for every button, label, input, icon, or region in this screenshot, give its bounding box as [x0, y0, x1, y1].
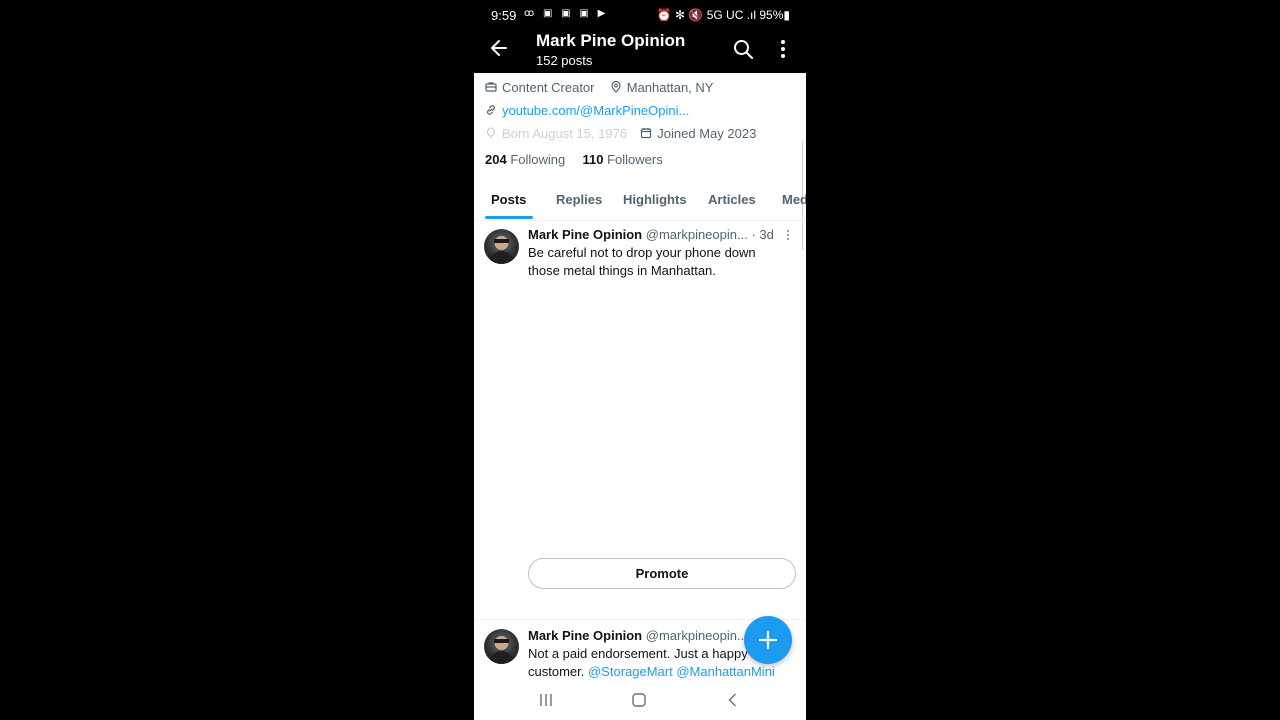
- post-options-button[interactable]: [782, 228, 794, 242]
- followers-count: 110: [582, 152, 604, 167]
- profile-meta-row-2: youtube.com/@MarkPineOpini...: [485, 103, 689, 118]
- post-header: Mark Pine Opinion @markpineopin... · 3d: [528, 227, 774, 242]
- author-name[interactable]: Mark Pine Opinion: [528, 628, 642, 643]
- following-label: Following: [510, 152, 566, 167]
- author-handle: @markpineopin...: [645, 227, 748, 242]
- tab-posts[interactable]: Posts: [491, 192, 526, 207]
- plus-icon: [758, 630, 778, 650]
- compose-post-button[interactable]: [744, 616, 792, 664]
- balloon-icon: [486, 127, 496, 138]
- profile-meta-row-1: Content Creator Manhattan, NY: [485, 80, 713, 95]
- more-vertical-icon: [786, 229, 790, 241]
- back-button[interactable]: [488, 37, 510, 59]
- profile-joined-date: Joined May 2023: [657, 126, 757, 141]
- tab-replies[interactable]: Replies: [556, 192, 602, 207]
- author-name[interactable]: Mark Pine Opinion: [528, 227, 642, 242]
- mention-link[interactable]: @ManhattanMini: [676, 664, 774, 679]
- status-time: 9:59: [491, 8, 517, 23]
- recent-apps-icon[interactable]: [538, 692, 554, 708]
- followers-label: Followers: [607, 152, 663, 167]
- profile-location: Manhattan, NY: [626, 80, 714, 95]
- post-text: Be careful not to drop your phone down t…: [528, 244, 778, 279]
- phone-screen: 9:59 ꝏ ▣ ▣ ▣ ▶ ⏰ ✻ 🔇 5G UC .ıl 95%▮ Mark…: [474, 0, 806, 720]
- active-tab-indicator: [485, 216, 533, 219]
- post-text-line: those metal things in Manhattan.: [528, 262, 716, 278]
- home-icon[interactable]: [631, 692, 647, 708]
- follow-stats: 204 Following 110 Followers: [485, 152, 663, 167]
- back-nav-icon[interactable]: [725, 692, 741, 708]
- post-count: 152 posts: [536, 53, 593, 68]
- profile-birthdate: Born August 15, 1976: [502, 126, 628, 141]
- status-bar: 9:59 ꝏ ▣ ▣ ▣ ▶ ⏰ ✻ 🔇 5G UC .ıl 95%▮: [474, 0, 806, 30]
- author-handle: @markpineopin...: [645, 628, 748, 643]
- briefcase-icon: [485, 82, 497, 92]
- notification-icons: ꝏ ▣ ▣ ▣ ▶: [524, 8, 609, 19]
- profile-tabs: Posts Replies Highlights Articles Med: [474, 186, 806, 221]
- link-icon: [487, 105, 495, 115]
- profile-header: Mark Pine Opinion 152 posts: [474, 30, 806, 73]
- search-button[interactable]: [732, 38, 754, 60]
- arrow-left-icon: [491, 40, 507, 56]
- post-text-line: Be careful not to drop your phone down: [528, 245, 756, 260]
- tab-articles[interactable]: Articles: [708, 192, 756, 207]
- post-text-line: customer. @StorageMart @ManhattanMini: [528, 663, 798, 681]
- profile-category: Content Creator: [502, 80, 595, 95]
- promote-button[interactable]: Promote: [528, 558, 796, 589]
- followers-stat[interactable]: 110 Followers: [583, 152, 663, 167]
- avatar-photo: [489, 636, 514, 664]
- tab-highlights[interactable]: Highlights: [623, 192, 687, 207]
- system-nav-bar: [474, 680, 806, 720]
- mention-link[interactable]: @StorageMart: [588, 664, 673, 679]
- tab-media[interactable]: Med: [782, 192, 806, 207]
- avatar[interactable]: [484, 229, 519, 264]
- profile-website-link[interactable]: youtube.com/@MarkPineOpini...: [502, 103, 689, 118]
- following-stat[interactable]: 204 Following: [485, 152, 565, 167]
- more-options-button[interactable]: [772, 38, 794, 60]
- following-count: 204: [485, 152, 507, 167]
- calendar-icon: [641, 128, 652, 139]
- post-text-plain: customer.: [528, 663, 585, 679]
- avatar[interactable]: [484, 629, 519, 664]
- avatar-photo: [489, 236, 514, 264]
- post-header: Mark Pine Opinion @markpineopin...: [528, 628, 748, 643]
- more-vertical-icon: [781, 40, 785, 58]
- search-icon: [734, 40, 753, 59]
- page-title: Mark Pine Opinion: [536, 31, 686, 50]
- profile-meta-row-3: Born August 15, 1976 Joined May 2023: [485, 126, 756, 141]
- status-right-icons: ⏰ ✻ 🔇 5G UC .ıl 95%▮: [656, 8, 790, 22]
- location-icon: [611, 81, 621, 93]
- post-time: · 3d: [751, 227, 774, 242]
